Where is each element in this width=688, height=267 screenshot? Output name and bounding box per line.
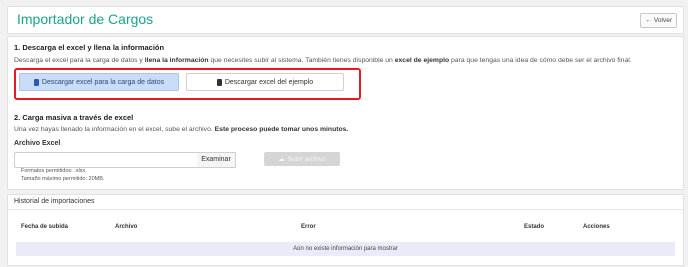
- max-size-hint: Tamaño máximo permitido: 20MB.: [21, 176, 105, 182]
- import-panel: 1. Descarga el excel y llena la informac…: [7, 36, 684, 190]
- page-title: Importador de Cargos: [17, 11, 154, 27]
- column-header-status: Estado: [524, 224, 545, 230]
- section1-description: Descarga el excel para la carga de datos…: [14, 57, 632, 64]
- history-title: Historial de importaciones: [8, 195, 683, 210]
- file-input[interactable]: [14, 152, 199, 168]
- page-header: Importador de Cargos ← Volver: [7, 6, 684, 34]
- import-history-panel: Historial de importaciones Fecha de subi…: [7, 194, 684, 266]
- section2-description: Una vez hayas llenado la información en …: [14, 126, 349, 133]
- empty-table-message: Aún no existe información para mostrar: [16, 242, 675, 256]
- column-header-upload-date: Fecha de subida: [21, 224, 69, 230]
- download-data-excel-button[interactable]: Descargar excel para la carga de datos: [19, 73, 179, 91]
- upload-file-button[interactable]: ☁ Subir archivo: [264, 152, 340, 166]
- back-button-label: Volver: [653, 17, 672, 24]
- file-input-label: Archivo Excel: [14, 140, 61, 147]
- cloud-upload-icon: ☁: [278, 156, 285, 163]
- back-button[interactable]: ← Volver: [640, 13, 677, 28]
- allowed-formats-hint: Formatos permitidos: .xlsx.: [21, 168, 87, 174]
- file-icon: [216, 78, 222, 86]
- browse-button[interactable]: Examinar: [197, 152, 236, 168]
- column-header-file: Archivo: [115, 224, 138, 230]
- download-example-excel-button[interactable]: Descargar excel del ejemplo: [186, 73, 344, 91]
- section1-title: 1. Descarga el excel y llena la informac…: [14, 43, 165, 52]
- arrow-left-icon: ←: [645, 17, 652, 24]
- column-header-error: Error: [301, 224, 316, 230]
- section2-title: 2. Carga masiva a través de excel: [14, 113, 134, 122]
- file-excel-icon: [33, 78, 39, 86]
- column-header-actions: Acciones: [583, 224, 610, 230]
